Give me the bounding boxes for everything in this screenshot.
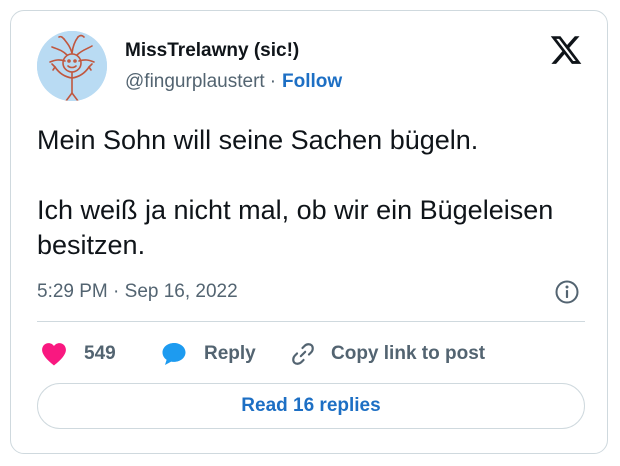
author-handle-line: @fingurplaustert · Follow bbox=[125, 71, 342, 93]
like-button[interactable]: 549 bbox=[41, 337, 116, 371]
author-display-name[interactable]: MissTrelawny (sic!) bbox=[125, 40, 299, 62]
tweet-actions: 549 Reply Copy link to post bbox=[11, 337, 609, 371]
speech-bubble-icon bbox=[162, 343, 186, 365]
tweet-card: MissTrelawny (sic!) @fingurplaustert · Fol… bbox=[10, 10, 608, 454]
x-logo-icon[interactable] bbox=[549, 33, 583, 67]
copy-link-label: Copy link to post bbox=[331, 343, 486, 364]
avatar[interactable] bbox=[37, 31, 107, 101]
reply-button[interactable]: Reply bbox=[161, 337, 256, 371]
link-icon bbox=[292, 343, 314, 365]
tweet-paragraph: Ich weiß ja nicht mal, ob wir ein Bügele… bbox=[37, 195, 554, 260]
like-count: 549 bbox=[84, 343, 116, 364]
divider bbox=[37, 321, 585, 322]
tweet-text: Mein Sohn will seine Sachen bügeln. Ich … bbox=[37, 123, 587, 263]
follow-link[interactable]: Follow bbox=[282, 71, 342, 92]
tweet-timestamp[interactable]: 5:29 PM · Sep 16, 2022 bbox=[37, 281, 238, 303]
info-icon[interactable] bbox=[554, 279, 580, 305]
separator-dot: · bbox=[269, 71, 277, 92]
reply-label: Reply bbox=[204, 343, 256, 364]
stick-figure-doodle-icon bbox=[37, 31, 107, 101]
read-replies-button[interactable]: Read 16 replies bbox=[37, 383, 585, 429]
author-handle[interactable]: @fingurplaustert bbox=[125, 71, 265, 92]
tweet-paragraph: Mein Sohn will seine Sachen bügeln. bbox=[37, 125, 479, 155]
heart-icon bbox=[42, 343, 66, 366]
copy-link-button[interactable]: Copy link to post bbox=[290, 337, 485, 371]
